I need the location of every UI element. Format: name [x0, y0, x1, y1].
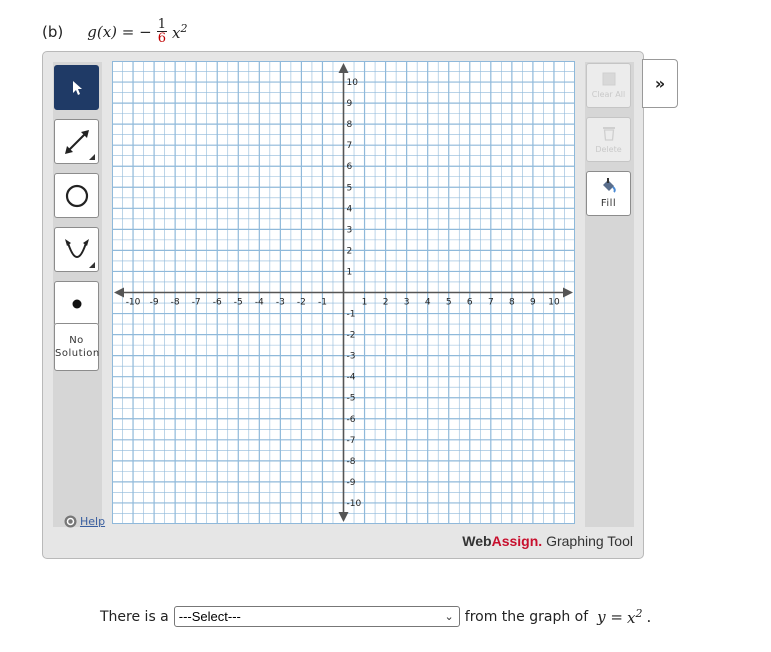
y-tick-label: 5 — [347, 183, 353, 193]
x-tick-label: 3 — [404, 298, 410, 308]
expand-toolbar-button[interactable]: » — [642, 59, 678, 108]
point-icon — [72, 299, 81, 308]
x-tick-label: -1 — [318, 298, 327, 308]
parabola-tool-button[interactable] — [54, 227, 99, 272]
pointer-tool-button[interactable] — [54, 65, 99, 110]
x-tick-label: 8 — [509, 298, 515, 308]
y-tick-label: 7 — [347, 141, 353, 151]
x-tick-label: 9 — [530, 298, 536, 308]
brand-logo: WebAssign. Graphing Tool — [462, 533, 633, 549]
y-tick-label: 2 — [347, 246, 353, 256]
y-tick-label: -2 — [347, 331, 356, 341]
no-solution-line-2: Solution — [55, 348, 100, 359]
parent-period: . — [646, 607, 652, 626]
y-tick-label: 6 — [347, 162, 353, 172]
parent-function: y = x2 . — [597, 607, 651, 627]
x-tick-label: -10 — [126, 298, 141, 308]
paint-bucket-icon — [602, 178, 616, 193]
help-icon — [64, 515, 77, 528]
graphing-tool: No Solution Help -10 -10 -9 -9 -8 -8 -7 -7 -6 -6-… — [42, 51, 644, 559]
y-tick-label: 3 — [347, 225, 353, 235]
y-tick-label: 4 — [347, 204, 353, 214]
left-toolbar: No Solution Help — [53, 62, 105, 528]
brand-assign: Assign. — [491, 533, 543, 549]
clear-all-button[interactable]: Clear All — [586, 63, 631, 108]
parent-exponent: 2 — [635, 606, 643, 620]
submenu-indicator-icon — [89, 154, 95, 160]
answer-prefix: There is a — [100, 608, 169, 625]
part-label: (b) — [42, 22, 64, 41]
x-tick-label: -5 — [234, 298, 243, 308]
line-tool-button[interactable] — [54, 119, 99, 164]
y-tick-label: -7 — [347, 436, 356, 446]
x-tick-label: 1 — [362, 298, 368, 308]
fill-label: Fill — [600, 198, 617, 209]
y-tick-label: 9 — [347, 99, 353, 109]
fraction-numerator: 1 — [156, 17, 167, 32]
coordinate-grid[interactable]: -10 -10 -9 -9 -8 -8 -7 -7 -6 -6 -5 -5 -4 -4 -3 -3 -2 -2 -1… — [111, 60, 576, 525]
y-tick-label: -1 — [347, 310, 356, 320]
x-tick-label: 7 — [488, 298, 494, 308]
fraction: 1 6 — [156, 17, 167, 46]
double-chevron-right-icon: » — [654, 74, 666, 93]
help-label: Help — [80, 515, 106, 528]
y-tick-label: -9 — [347, 478, 356, 488]
x-tick-label: 2 — [383, 298, 389, 308]
line-icon — [64, 129, 89, 154]
submenu-indicator-icon — [89, 262, 95, 268]
x-tick-label: -2 — [297, 298, 306, 308]
circle-tool-button[interactable] — [54, 173, 99, 218]
parabola-icon — [64, 238, 89, 258]
fill-button[interactable]: Fill — [586, 171, 631, 216]
point-tool-button[interactable] — [54, 281, 99, 326]
y-tick-label: 8 — [347, 120, 353, 130]
clear-all-icon — [602, 72, 615, 86]
right-toolbar: Clear All Delete Fill — [585, 62, 634, 527]
no-solution-line-1: No — [69, 335, 84, 346]
y-tick-label: -3 — [347, 352, 356, 362]
x-tick-label: -6 — [213, 298, 222, 308]
function-lhs: g(x) = − — [87, 22, 152, 41]
x-tick-label: 6 — [467, 298, 473, 308]
y-tick-label: 10 — [347, 78, 359, 88]
delete-label: Delete — [595, 145, 622, 154]
y-tick-label: -8 — [347, 457, 356, 467]
function-exponent: 2 — [180, 21, 188, 35]
delete-button[interactable]: Delete — [586, 117, 631, 162]
brand-tool: Graphing Tool — [542, 533, 633, 549]
clear-all-label: Clear All — [591, 90, 626, 99]
x-tick-label: -8 — [171, 298, 180, 308]
y-tick-label: -4 — [347, 373, 356, 383]
y-tick-label: -10 — [347, 499, 362, 509]
x-tick-label: 5 — [446, 298, 452, 308]
x-tick-label: 4 — [425, 298, 431, 308]
trash-icon — [602, 127, 615, 141]
help-link[interactable]: Help — [64, 515, 105, 528]
grid-canvas[interactable]: -10 -10 -9 -9 -8 -8 -7 -7 -6 -6 -5 -5 -4 -4 -3 -3 -2 -2 -1… — [111, 60, 576, 525]
pointer-icon — [72, 80, 82, 95]
circle-icon — [65, 184, 88, 207]
select-value: ---Select--- — [178, 609, 241, 624]
parent-lhs: y = — [597, 607, 623, 626]
x-tick-label: -3 — [276, 298, 285, 308]
x-tick-label: 10 — [548, 298, 560, 308]
answer-suffix: from the graph of — [464, 608, 589, 625]
answer-sentence: There is a ---Select--- ⌄ from the graph… — [100, 606, 651, 627]
y-tick-label: -5 — [347, 394, 356, 404]
brand-web: Web — [462, 533, 492, 549]
fraction-denominator: 6 — [157, 31, 166, 46]
y-tick-label: -6 — [347, 415, 356, 425]
problem-statement: (b) g(x) = − 1 6 x2 — [42, 18, 187, 45]
chevron-down-icon: ⌄ — [444, 611, 454, 623]
y-tick-label: 1 — [347, 267, 353, 277]
function-expression: g(x) = − 1 6 x2 — [87, 18, 187, 45]
x-tick-label: -9 — [150, 298, 159, 308]
x-tick-label: -7 — [192, 298, 201, 308]
no-solution-button[interactable]: No Solution — [54, 323, 99, 371]
x-tick-label: -4 — [255, 298, 264, 308]
transformation-select[interactable]: ---Select--- ⌄ — [173, 606, 460, 627]
